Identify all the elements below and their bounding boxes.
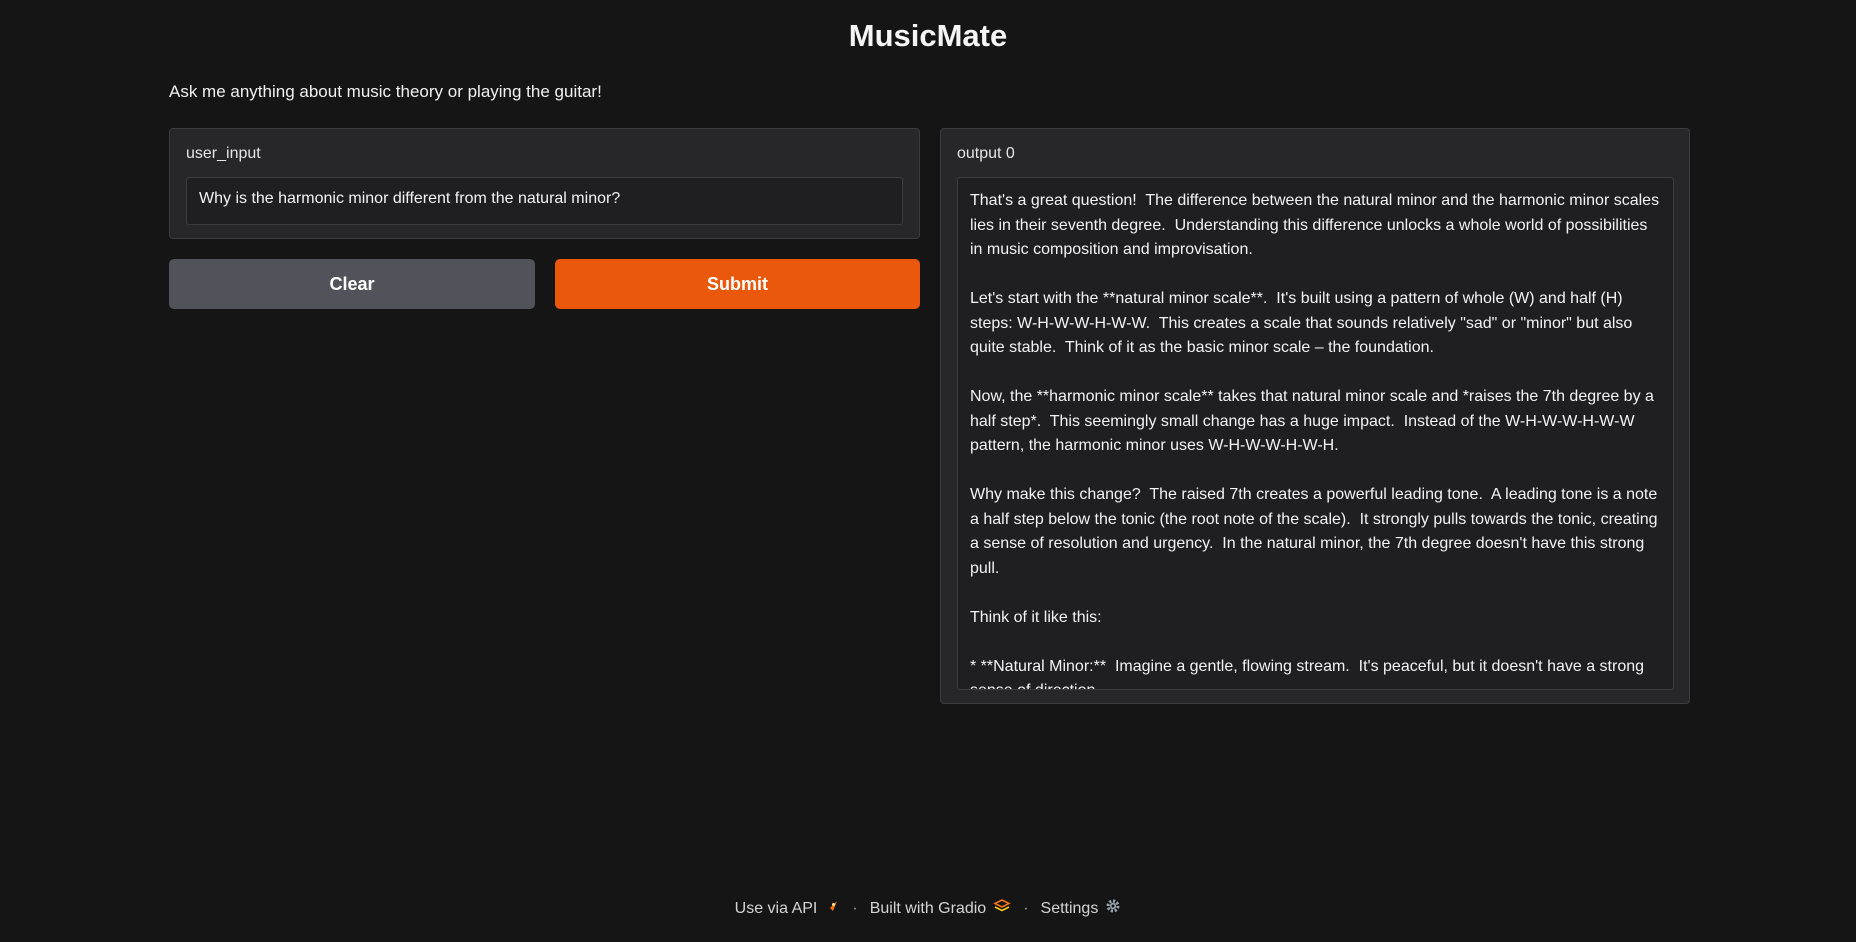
output-textbox[interactable]: That's a great question! The difference … [957,177,1674,690]
rocket-icon [824,898,840,919]
app-description: Ask me anything about music theory or pl… [169,82,602,101]
app-title: MusicMate [848,18,1008,53]
use-via-api-link[interactable]: Use via API [735,898,841,919]
gradio-link-label: Built with Gradio [869,899,987,917]
api-link-label: Use via API [734,899,818,917]
input-panel: user_input Why is the harmonic minor dif… [169,128,920,239]
output-paragraph: Now, the **harmonic minor scale** takes … [970,388,1659,454]
footer-separator: · [1023,899,1029,917]
clear-button[interactable]: Clear [169,259,535,309]
output-label: output 0 [957,145,1015,162]
gradio-logo-icon [993,898,1011,919]
footer: Use via API · Built with Gradio · Settin… [0,898,1856,919]
input-label: user_input [186,145,261,162]
built-with-gradio-link[interactable]: Built with Gradio [870,898,1012,919]
output-paragraph: * **Natural Minor:** Imagine a gentle, f… [970,657,1645,690]
user-input-field[interactable]: Why is the harmonic minor different from… [186,177,903,225]
output-paragraph: Why make this change? The raised 7th cre… [970,486,1662,577]
settings-link[interactable]: Settings [1041,898,1122,919]
output-paragraph: That's a great question! The difference … [970,192,1664,258]
output-panel: output 0 That's a great question! The di… [940,128,1690,704]
footer-separator: · [852,899,858,917]
output-paragraph: Think of it like this: [970,608,1102,626]
settings-link-label: Settings [1040,899,1099,917]
gear-icon [1105,898,1121,919]
output-paragraph: Let's start with the **natural minor sca… [970,290,1637,356]
submit-button[interactable]: Submit [555,259,920,309]
